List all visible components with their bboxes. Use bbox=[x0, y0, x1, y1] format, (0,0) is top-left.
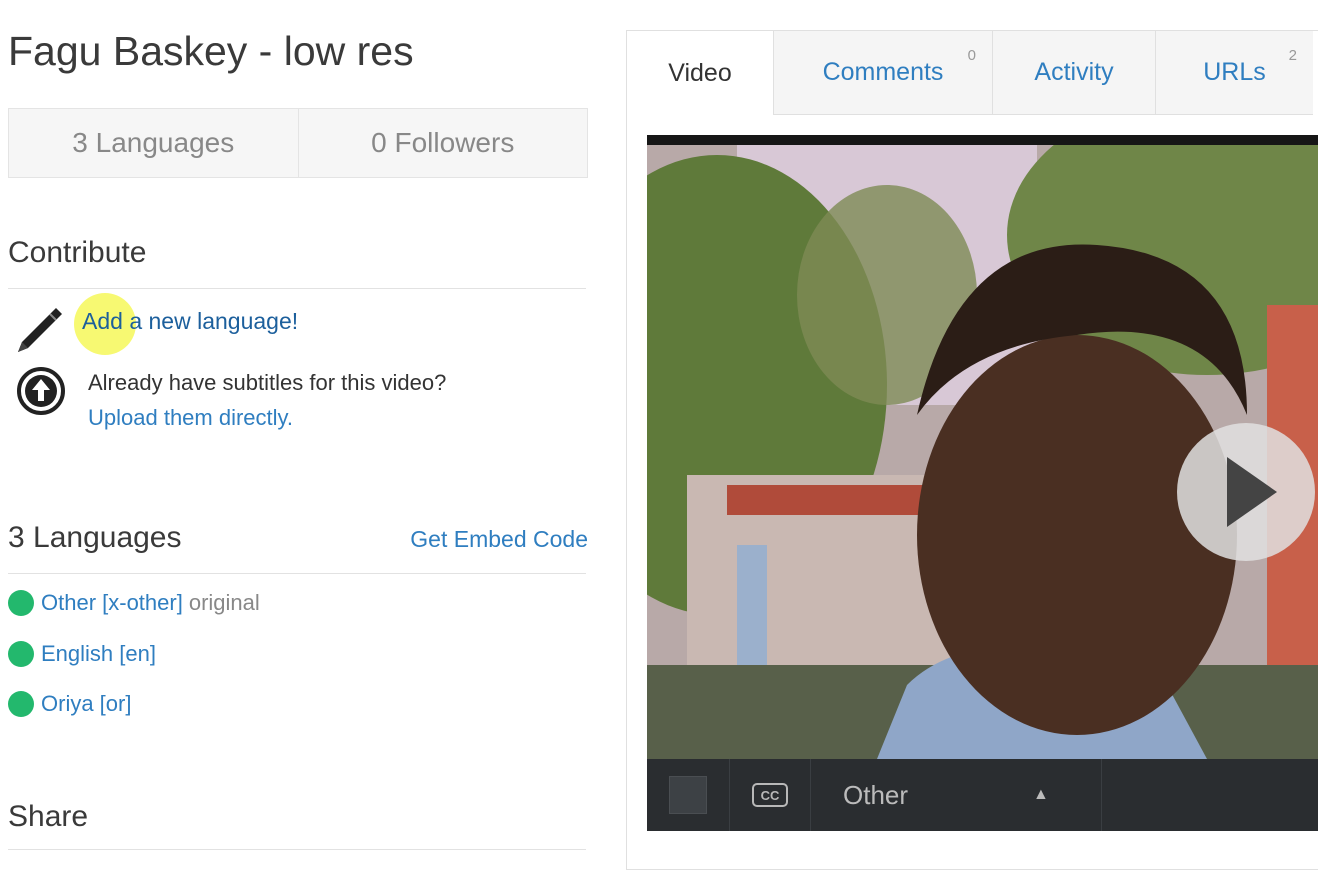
tab-urls[interactable]: URLs 2 bbox=[1155, 31, 1313, 115]
play-button[interactable] bbox=[1177, 423, 1315, 561]
languages-heading: 3 Languages bbox=[8, 521, 182, 554]
control-divider bbox=[1100, 759, 1102, 831]
upload-icon bbox=[17, 367, 65, 415]
complete-status-dot bbox=[8, 691, 34, 717]
tab-activity[interactable]: Activity bbox=[992, 31, 1155, 115]
upload-question: Already have subtitles for this video? bbox=[88, 370, 447, 395]
player-controls: CC Other ▲ bbox=[647, 759, 1318, 831]
language-link[interactable]: Oriya [or] bbox=[41, 691, 131, 717]
tab-video[interactable]: Video bbox=[627, 31, 773, 115]
subtitle-language-select[interactable]: Other bbox=[843, 780, 1033, 811]
tab-label: Activity bbox=[1034, 58, 1114, 86]
toggle-button[interactable] bbox=[669, 776, 707, 814]
language-link[interactable]: English [en] bbox=[41, 641, 156, 667]
pen-icon bbox=[18, 308, 62, 352]
divider bbox=[8, 849, 586, 850]
caret-up-icon[interactable]: ▲ bbox=[1033, 786, 1049, 804]
language-item: Oriya [or] bbox=[8, 691, 131, 717]
comments-count: 0 bbox=[967, 47, 976, 64]
tab-bar: Video Comments 0 Activity URLs 2 bbox=[627, 31, 1318, 115]
cc-icon[interactable]: CC bbox=[752, 783, 788, 807]
video-frame[interactable] bbox=[647, 145, 1318, 759]
control-divider bbox=[810, 759, 811, 831]
tab-comments[interactable]: Comments 0 bbox=[773, 31, 992, 115]
languages-count[interactable]: 3 Languages bbox=[9, 109, 298, 177]
contribute-heading: Contribute bbox=[8, 236, 147, 269]
control-divider bbox=[729, 759, 730, 831]
language-item: English [en] bbox=[8, 641, 156, 667]
divider bbox=[8, 573, 586, 574]
video-title: Fagu Baskey - low res bbox=[8, 28, 414, 74]
upload-subtitles-link[interactable]: Upload them directly. bbox=[88, 405, 293, 431]
language-item: Other [x-other] original bbox=[8, 590, 260, 616]
stats-bar: 3 Languages 0 Followers bbox=[8, 108, 588, 178]
player-top-bar bbox=[647, 135, 1318, 145]
divider bbox=[8, 288, 586, 289]
video-panel: Video Comments 0 Activity URLs 2 CC Othe… bbox=[626, 30, 1318, 870]
share-heading: Share bbox=[8, 800, 89, 833]
play-icon bbox=[1227, 457, 1277, 527]
video-player[interactable]: CC Other ▲ bbox=[647, 135, 1318, 831]
language-link[interactable]: Other [x-other] bbox=[41, 590, 183, 616]
followers-count[interactable]: 0 Followers bbox=[297, 109, 588, 177]
tab-label: URLs bbox=[1203, 58, 1266, 86]
complete-status-dot bbox=[8, 641, 34, 667]
urls-count: 2 bbox=[1288, 47, 1297, 64]
tab-label: Comments bbox=[822, 58, 944, 86]
complete-status-dot bbox=[8, 590, 34, 616]
get-embed-code-link[interactable]: Get Embed Code bbox=[410, 526, 588, 553]
tab-label: Video bbox=[668, 58, 732, 87]
original-label: original bbox=[188, 590, 260, 615]
add-language-link[interactable]: Add a new language! bbox=[82, 308, 298, 335]
